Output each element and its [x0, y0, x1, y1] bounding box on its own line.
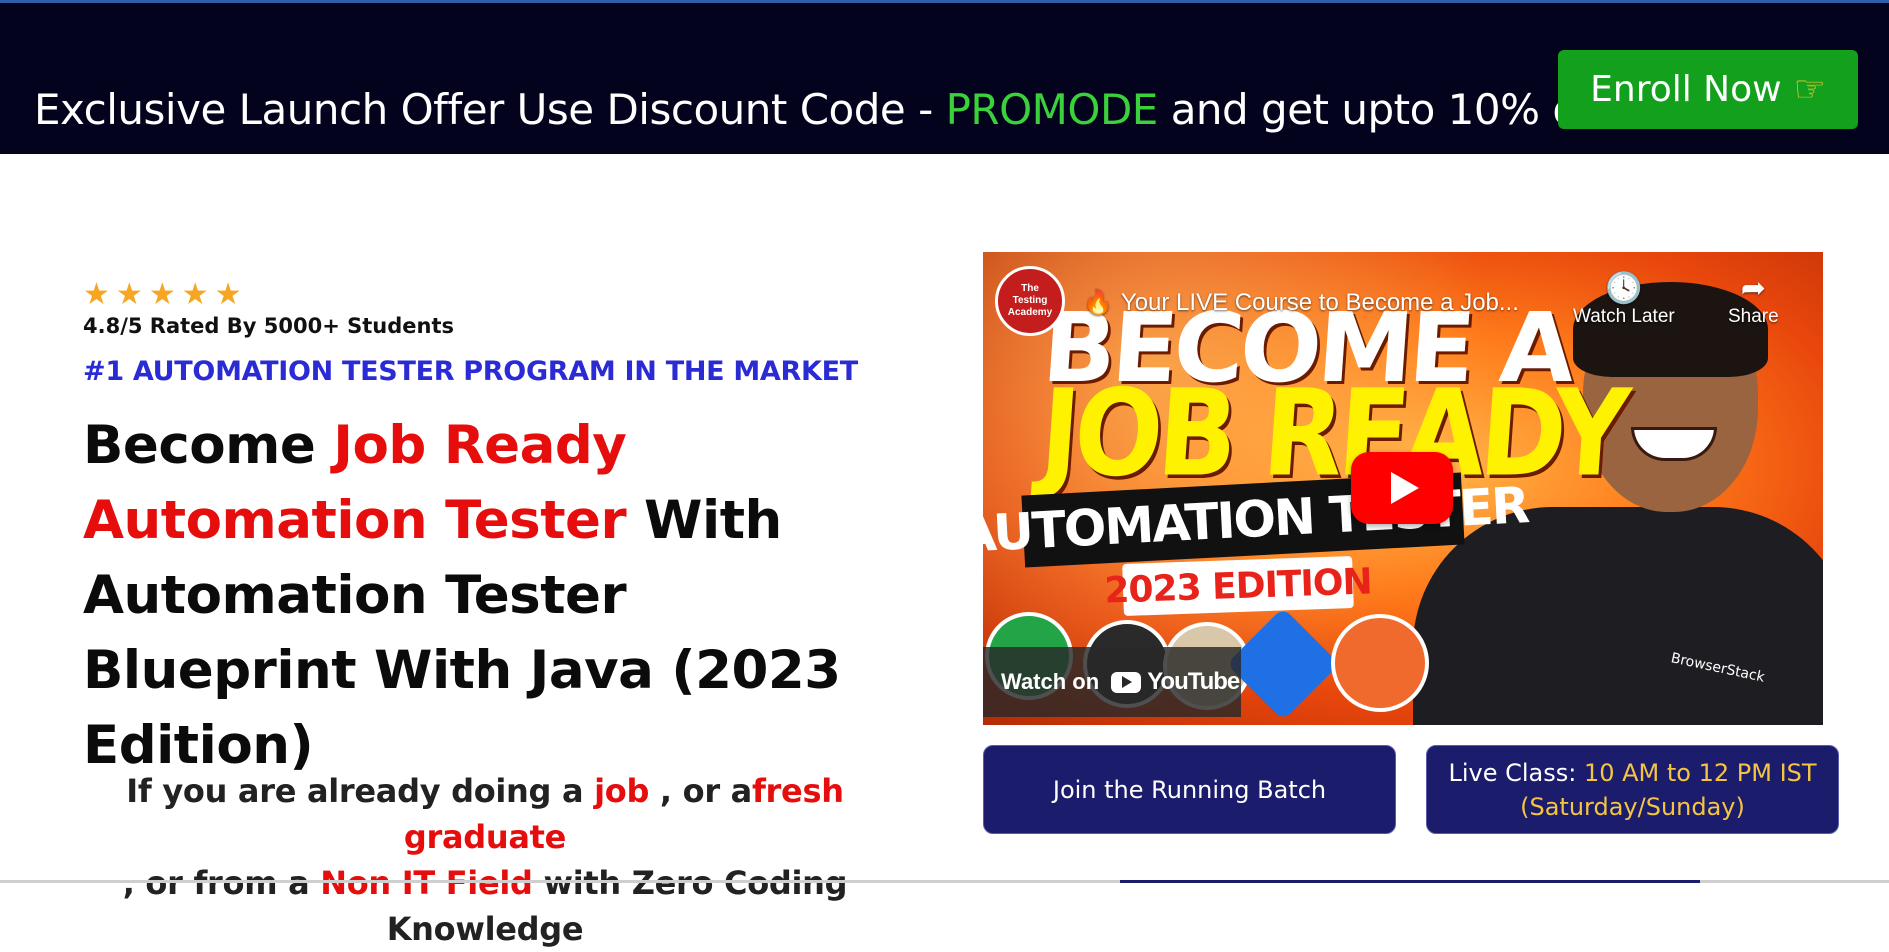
- thumbnail-edition-text: 2023 EDITION: [1104, 556, 1372, 616]
- subtext-highlight-job: job: [594, 772, 650, 810]
- subtext-part1: If you are already doing a: [126, 772, 595, 810]
- share-arrow-icon: ➦: [1740, 272, 1766, 305]
- star-icon: ★: [148, 278, 176, 311]
- live-class-prefix: Live Class:: [1448, 758, 1584, 787]
- discount-code: PROMODE: [945, 85, 1159, 134]
- star-icon: ★: [214, 278, 242, 311]
- postman-logo-icon: [1331, 614, 1429, 712]
- presenter-body: [1413, 507, 1823, 725]
- channel-logo[interactable]: The Testing Academy: [995, 266, 1065, 336]
- fire-icon: 🔥: [1083, 289, 1113, 316]
- offer-text: Exclusive Launch Offer Use Discount Code…: [34, 85, 1607, 134]
- youtube-video-embed[interactable]: BECOME A JOB READY AUTOMATION TESTER 202…: [983, 252, 1823, 725]
- video-title[interactable]: 🔥 Your LIVE Course to Become a Job...: [1083, 288, 1519, 317]
- offer-banner: Exclusive Launch Offer Use Discount Code…: [0, 0, 1889, 154]
- live-class-line1: Live Class: 10 AM to 12 PM IST: [1448, 756, 1816, 790]
- clock-icon: 🕓: [1605, 272, 1643, 305]
- rating-text: 4.8/5 Rated By 5000+ Students: [83, 314, 454, 338]
- watch-later-label: Watch Later: [1573, 306, 1675, 327]
- page-headline: Become Job Ready Automation Tester With A…: [83, 408, 883, 783]
- offer-text-before: Exclusive Launch Offer Use Discount Code…: [34, 85, 946, 134]
- rating-stars: ★ ★ ★ ★ ★: [83, 280, 242, 310]
- video-title-text: Your LIVE Course to Become a Job...: [1120, 289, 1519, 316]
- watch-on-youtube-button[interactable]: Watch on YouTube: [983, 647, 1241, 717]
- youtube-wordmark: YouTube: [1147, 668, 1240, 695]
- watch-on-label: Watch on: [1001, 669, 1100, 694]
- subtext-part2: , or a: [649, 772, 752, 810]
- youtube-play-icon: [1111, 671, 1142, 693]
- share-label: Share: [1728, 306, 1779, 327]
- watch-later-button[interactable]: 🕓 Watch Later: [1573, 272, 1675, 328]
- live-class-schedule-button[interactable]: Live Class: 10 AM to 12 PM IST (Saturday…: [1426, 745, 1839, 834]
- subtext-highlight-non-it: Non IT Field: [320, 864, 533, 902]
- enroll-now-label: Enroll Now: [1590, 69, 1782, 110]
- join-running-batch-label: Join the Running Batch: [1052, 775, 1327, 804]
- join-running-batch-button[interactable]: Join the Running Batch: [983, 745, 1396, 834]
- star-icon: ★: [181, 278, 209, 311]
- play-icon: [1391, 472, 1419, 504]
- play-button[interactable]: [1351, 452, 1453, 524]
- enroll-now-button[interactable]: Enroll Now ☞: [1558, 50, 1858, 129]
- headline-highlight-job-ready: Job Ready: [333, 415, 627, 476]
- subtext-part3: , or from a: [122, 864, 321, 902]
- share-button[interactable]: ➦ Share: [1728, 272, 1779, 328]
- offer-text-after: and get upto 10% off: [1157, 85, 1607, 134]
- audience-description: If you are already doing a job , or afre…: [70, 768, 900, 952]
- program-tagline: #1 AUTOMATION TESTER PROGRAM IN THE MARK…: [83, 356, 858, 387]
- hand-pointing-right-icon: ☞: [1793, 69, 1826, 110]
- youtube-logo: YouTube: [1111, 668, 1240, 696]
- live-class-time: 10 AM to 12 PM IST: [1583, 758, 1817, 787]
- star-icon: ★: [115, 278, 143, 311]
- headline-highlight-automation-tester: Automation Tester: [83, 490, 627, 551]
- star-icon: ★: [83, 278, 110, 311]
- headline-part1: Become: [83, 415, 334, 476]
- live-class-days: (Saturday/Sunday): [1520, 792, 1745, 821]
